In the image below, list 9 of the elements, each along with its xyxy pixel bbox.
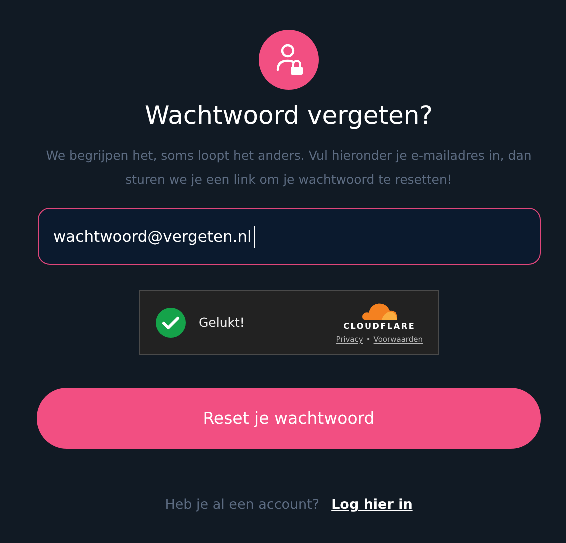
user-lock-icon [259, 30, 319, 90]
instruction-text: We begrijpen het, soms loopt het anders. Vul hieronder je e-mailadres in, dan sturen we je een link om je wachtwoord te resetten! [45, 147, 533, 189]
captcha-status: Gelukt! [199, 315, 246, 330]
page-title: Wachtwoord vergeten? [144, 100, 434, 132]
cloud-icon [360, 301, 399, 321]
account-question: Heb je al een account? [165, 497, 320, 513]
brand-name: CLOUDFLARE [344, 322, 416, 331]
login-link[interactable]: Log hier in [332, 497, 413, 513]
email-field[interactable]: wachtwoord@vergeten.nl [38, 208, 540, 265]
